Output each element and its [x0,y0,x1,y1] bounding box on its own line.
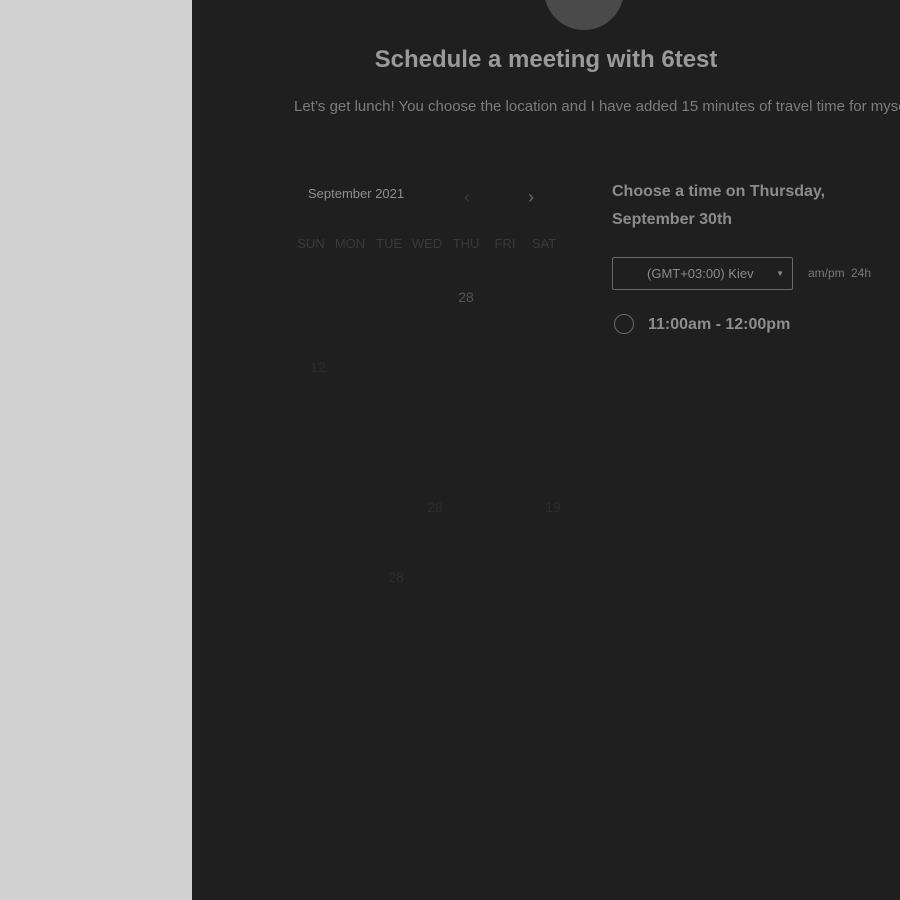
calendar-day: 19 [545,499,561,515]
time-slot-radio[interactable] [614,314,634,334]
weekday-fri: FRI [494,236,516,251]
page-gutter [0,0,192,900]
time-selection-heading: Choose a time on Thursday, September 30t… [612,183,826,228]
timezone-select[interactable]: (GMT+03:00) Kiev ▼ [612,257,793,290]
calendar-month-label: September 2021 [308,186,405,201]
weekday-sun: SUN [297,236,325,251]
calendar-day[interactable]: 28 [447,289,485,305]
chevron-left-icon[interactable]: ‹ [458,186,476,208]
weekday-wed: WED [411,236,443,251]
calendar-day: 28 [388,569,404,585]
scheduler-panel: Schedule a meeting with 6test Let’s get … [192,0,900,900]
format-ampm-toggle[interactable]: am/pm [808,266,845,280]
calendar-day: 12 [310,359,326,375]
caret-down-icon: ▼ [776,269,784,278]
time-slot-label: 11:00am - 12:00pm [648,316,791,333]
avatar [544,0,624,30]
chevron-right-icon[interactable]: › [522,186,540,208]
weekday-tue: TUE [376,236,402,251]
calendar-day: 28 [427,499,443,515]
meeting-description: Let’s get lunch! You choose the location… [294,98,900,115]
weekday-thu: THU [452,236,480,251]
format-24h-toggle[interactable]: 24h [851,266,871,280]
page-title: Schedule a meeting with 6test [374,46,718,73]
weekday-mon: MON [334,236,366,251]
weekday-sat: SAT [531,236,557,251]
timezone-value: (GMT+03:00) Kiev [647,266,754,281]
